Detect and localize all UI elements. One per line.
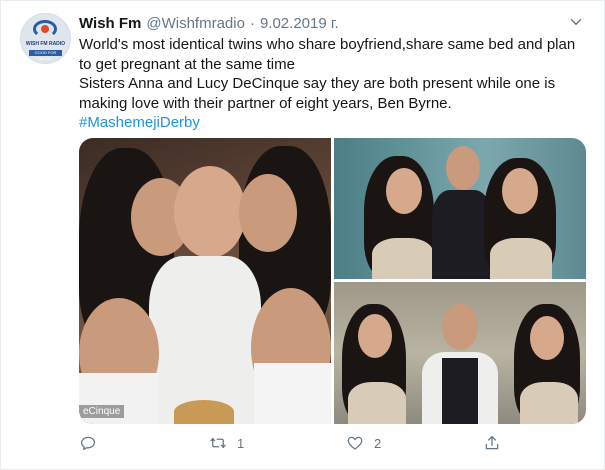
avatar-subtext: GOOD FOR MUSIC <box>29 50 62 61</box>
photo-twins-kissing[interactable]: eCinque <box>79 138 331 424</box>
separator-dot: · <box>249 14 255 32</box>
share-button[interactable] <box>483 431 501 455</box>
retweet-icon <box>210 437 226 449</box>
face-center <box>446 146 480 190</box>
avatar[interactable]: WISH FM RADIO GOOD FOR MUSIC <box>20 13 71 64</box>
reply-button[interactable] <box>79 431 107 455</box>
avatar-text: WISH FM RADIO <box>25 41 66 47</box>
gown-right <box>520 382 578 424</box>
face-right <box>502 168 538 214</box>
share-icon <box>485 435 499 450</box>
face-right <box>239 174 297 252</box>
gown-right <box>490 238 552 279</box>
face-left <box>358 314 392 358</box>
white-tshirt <box>149 256 261 424</box>
photo-twins-smiling[interactable] <box>334 282 586 424</box>
chevron-down-icon[interactable] <box>567 13 585 31</box>
retweet-count: 1 <box>237 435 245 451</box>
gown-left <box>348 382 406 424</box>
gown-left <box>372 238 434 279</box>
top-right <box>254 363 331 424</box>
photo-twins-standing[interactable] <box>334 138 586 279</box>
account-handle[interactable]: @Wishfmradio <box>146 15 245 32</box>
glass <box>174 400 234 424</box>
hashtag-link[interactable]: #MashemejiDerby <box>79 113 589 133</box>
logo-dot <box>41 25 49 33</box>
vest <box>442 358 478 424</box>
tweet-line: Sisters Anna and Lucy DeCinque say they … <box>79 75 556 92</box>
tweet-line: to get pregnant at the same time <box>79 55 295 73</box>
face-center <box>174 166 246 258</box>
reply-icon <box>80 436 96 451</box>
tweet-actions: 1 2 <box>79 431 599 455</box>
tweet-line: World's most identical twins who share b… <box>79 36 576 53</box>
face-left <box>386 168 422 214</box>
media-grid: eCinque <box>79 138 586 424</box>
like-count: 2 <box>374 435 382 451</box>
face-center <box>442 304 478 350</box>
photo-watermark: eCinque <box>79 405 125 418</box>
tweet-date[interactable]: 9.02.2019 г. <box>260 15 339 32</box>
suit <box>432 190 492 279</box>
like-icon <box>347 436 363 450</box>
account-name[interactable]: Wish Fm <box>79 15 141 32</box>
tweet-line: making love with their partner of eight … <box>79 94 452 112</box>
tweet-card[interactable]: WISH FM RADIO GOOD FOR MUSIC Wish Fm @Wi… <box>0 0 605 470</box>
retweet-button[interactable]: 1 <box>209 431 244 455</box>
like-button[interactable]: 2 <box>346 431 381 455</box>
tweet-text: World's most identical twins who share b… <box>79 35 589 133</box>
tweet-header: Wish Fm @Wishfmradio · 9.02.2019 г. <box>79 13 339 33</box>
face-right <box>530 316 564 360</box>
